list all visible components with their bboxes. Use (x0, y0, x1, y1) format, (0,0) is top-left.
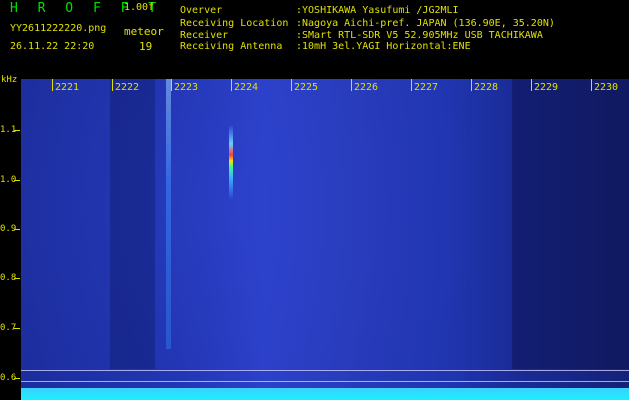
y-tick-mark (14, 378, 20, 379)
x-tick-mark (52, 79, 53, 91)
meteor-echo (229, 125, 233, 200)
signal-baseline (21, 388, 629, 400)
info-label-location: Receiving Location (180, 18, 289, 29)
info-value-antenna: :10mH 3el.YAGI Horizontal:ENE (296, 41, 471, 52)
y-tick-mark (14, 328, 20, 329)
x-tick-label: 2224 (234, 82, 259, 93)
x-tick-mark (471, 79, 472, 91)
dark-band-right (512, 79, 629, 369)
dark-band-left (110, 79, 155, 369)
y-tick-mark (14, 130, 20, 131)
reference-line-upper (21, 370, 629, 371)
x-tick-label: 2221 (55, 82, 80, 93)
x-tick-label: 2222 (115, 82, 140, 93)
x-tick-label: 2225 (294, 82, 319, 93)
x-tick-label: 2226 (354, 82, 379, 93)
x-tick-label: 2228 (474, 82, 499, 93)
capture-datetime: 26.11.22 22:20 (10, 41, 95, 52)
info-label-observer: Overver (180, 5, 223, 16)
meteor-label: meteor (124, 25, 164, 38)
y-tick-mark (14, 278, 20, 279)
x-tick-label: 2223 (174, 82, 199, 93)
app-version: 1.00f (124, 2, 155, 13)
x-tick-mark (112, 79, 113, 91)
info-value-location: :Nagoya Aichi-pref. JAPAN (136.90E, 35.2… (296, 18, 555, 29)
x-tick-label: 2227 (414, 82, 439, 93)
x-tick-mark (411, 79, 412, 91)
y-tick-mark (14, 229, 20, 230)
x-tick-mark (591, 79, 592, 91)
info-value-observer: :YOSHIKAWA Yasufumi /JG2MLI (296, 5, 459, 16)
reference-line-lower (21, 381, 629, 382)
x-tick-mark (171, 79, 172, 91)
meteor-count: 19 (139, 40, 153, 53)
x-tick-mark (291, 79, 292, 91)
y-axis-unit: kHz (1, 75, 18, 85)
interference-streak (166, 79, 171, 349)
info-label-receiver: Receiver (180, 30, 229, 41)
x-tick-label: 2229 (534, 82, 559, 93)
x-tick-mark (351, 79, 352, 91)
info-value-receiver: :SMart RTL-SDR V5 52.905MHz USB TACHIKAW… (296, 30, 543, 41)
y-tick-mark (14, 180, 20, 181)
x-tick-mark (231, 79, 232, 91)
x-tick-label: 2230 (594, 82, 619, 93)
info-label-antenna: Receiving Antenna (180, 41, 283, 52)
header-panel: H R O F F T 1.00f YY2611222220.png meteo… (0, 0, 629, 78)
image-filename: YY2611222220.png (10, 23, 107, 34)
x-tick-mark (531, 79, 532, 91)
